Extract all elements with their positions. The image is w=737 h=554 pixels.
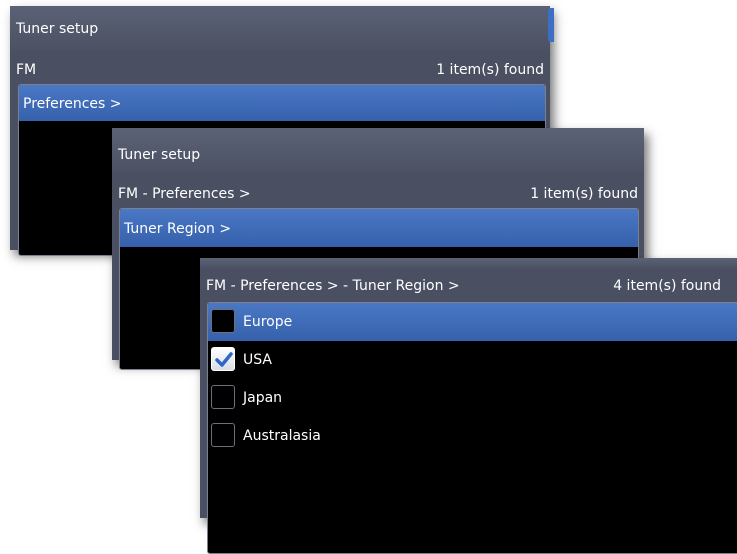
option-label: Australasia — [243, 428, 321, 444]
option-japan[interactable]: Japan — [208, 379, 737, 417]
checkmark-icon — [215, 352, 233, 367]
breadcrumb: FM - Preferences > - Tuner Region > 4 it… — [200, 278, 737, 298]
japan-checkbox[interactable] — [211, 385, 235, 409]
tuner-region-dialog: FM - Preferences > - Tuner Region > 4 it… — [200, 258, 737, 554]
option-usa[interactable]: USA — [208, 341, 737, 379]
breadcrumb: FM 1 item(s) found — [10, 62, 550, 82]
option-australasia[interactable]: Australasia — [208, 417, 737, 455]
item-count: 1 item(s) found — [530, 186, 638, 202]
breadcrumb-path: FM - Preferences > - Tuner Region > — [206, 278, 460, 294]
item-count: 4 item(s) found — [613, 278, 721, 294]
region-options-list: Europe USA Japan Australasia — [207, 302, 737, 554]
dialog-title: Tuner setup — [118, 147, 201, 163]
usa-checkbox[interactable] — [211, 347, 235, 371]
list-item-label: Tuner Region > — [124, 221, 232, 237]
list-item-preferences[interactable]: Preferences > — [19, 85, 545, 121]
dialog-titlebar: Tuner setup — [10, 6, 550, 50]
option-europe[interactable]: Europe — [208, 303, 737, 341]
option-label: Europe — [243, 314, 293, 330]
item-count: 1 item(s) found — [436, 62, 544, 78]
europe-checkbox[interactable] — [211, 309, 235, 333]
dialog-title: Tuner setup — [16, 21, 99, 37]
breadcrumb-path: FM - Preferences > — [118, 186, 251, 202]
australasia-checkbox[interactable] — [211, 423, 235, 447]
option-label: Japan — [243, 390, 283, 406]
list-item-label: Preferences > — [23, 96, 122, 112]
breadcrumb-path: FM — [16, 62, 37, 78]
dialog-titlebar: Tuner setup — [112, 128, 644, 172]
breadcrumb: FM - Preferences > 1 item(s) found — [112, 186, 644, 206]
dialog-titlebar — [200, 258, 737, 268]
option-label: USA — [243, 352, 272, 368]
list-item-tuner-region[interactable]: Tuner Region > — [120, 209, 638, 247]
close-button-edge[interactable] — [548, 8, 554, 42]
